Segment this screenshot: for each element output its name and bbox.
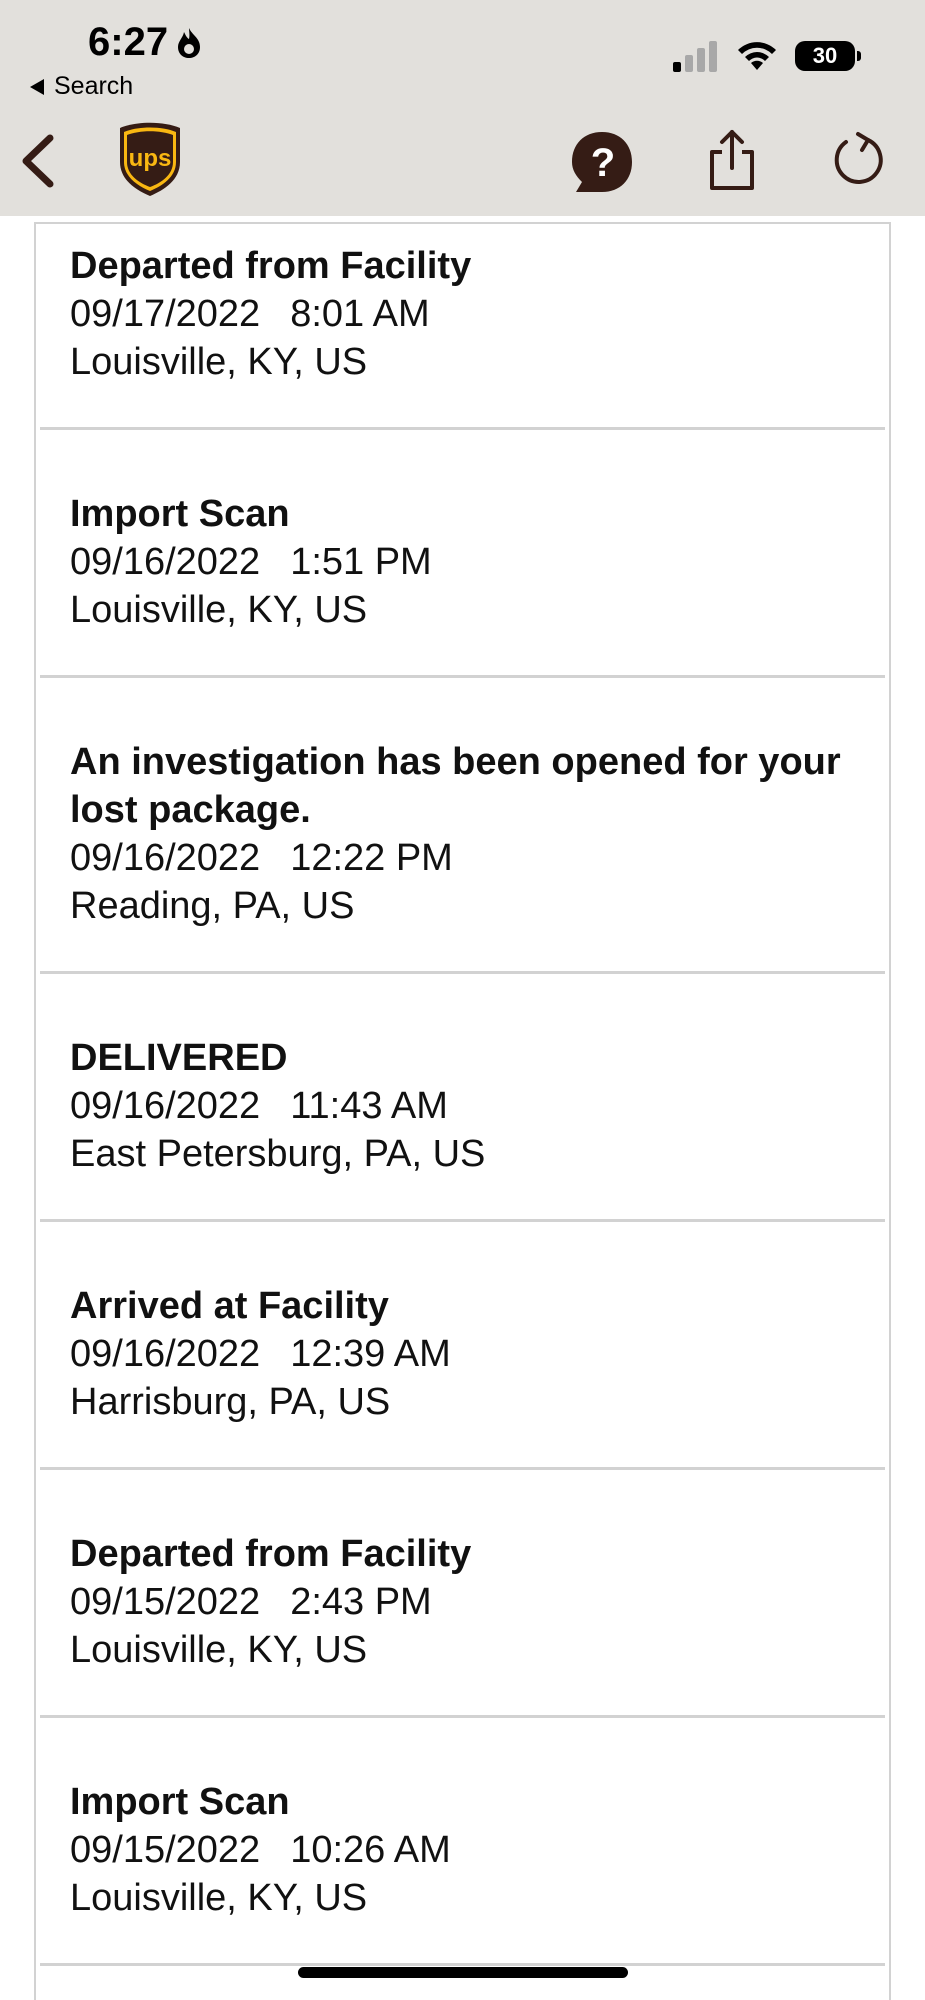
event-title: An investigation has been opened for you… (70, 741, 841, 831)
event-time: 2:43 PM (290, 1581, 432, 1623)
tracking-history-list: Departed from Facility 09/17/2022 8:01 AM… (34, 222, 891, 2000)
event-time: 10:26 AM (290, 1829, 451, 1871)
event-title: Arrived at Facility (70, 1285, 389, 1327)
event-datetime: 09/16/2022 12:22 PM (70, 834, 855, 882)
logo-text: ups (129, 145, 172, 172)
event-date: 09/17/2022 (70, 293, 261, 335)
event-date: 09/16/2022 (70, 837, 261, 879)
event-location: Harrisburg, PA, US (70, 1381, 391, 1423)
event-title: Import Scan (70, 1781, 290, 1823)
svg-text:?: ? (591, 141, 615, 185)
list-item: DELIVERED 09/16/2022 11:43 AM East Peters… (40, 974, 885, 1222)
battery-cap (857, 51, 861, 61)
status-time: 6:27 (88, 20, 204, 65)
event-time: 8:01 AM (290, 293, 430, 335)
chevron-left-icon[interactable] (18, 134, 58, 188)
wifi-icon (738, 42, 776, 70)
event-location: Louisville, KY, US (70, 1629, 368, 1671)
list-item: An investigation has been opened for you… (40, 678, 885, 974)
list-item: Departed from Facility 09/17/2022 8:01 AM… (40, 224, 885, 430)
list-item: Departed from Facility 09/15/2022 2:43 PM… (40, 1470, 885, 1718)
list-item: Import Scan 09/16/2022 1:51 PM Louisville… (40, 430, 885, 678)
battery-level: 30 (795, 41, 855, 71)
event-title: Departed from Facility (70, 1533, 472, 1575)
clock: 6:27 (88, 20, 169, 64)
event-date: 09/16/2022 (70, 541, 261, 583)
status-icons: 30 (671, 40, 861, 72)
event-datetime: 09/17/2022 8:01 AM (70, 290, 855, 338)
event-date: 09/15/2022 (70, 1829, 261, 1871)
event-location: Louisville, KY, US (70, 1877, 368, 1919)
event-datetime: 09/16/2022 11:43 AM (70, 1082, 855, 1130)
event-location: East Petersburg, PA, US (70, 1133, 486, 1175)
event-location: Louisville, KY, US (70, 341, 368, 383)
refresh-icon[interactable] (830, 130, 886, 190)
event-date: 09/15/2022 (70, 1581, 261, 1623)
back-to-search[interactable]: Search (30, 72, 133, 101)
event-time: 12:39 AM (290, 1333, 451, 1375)
help-bubble-icon[interactable]: ? (570, 130, 634, 194)
event-date: 09/16/2022 (70, 1333, 261, 1375)
event-time: 12:22 PM (290, 837, 453, 879)
share-icon[interactable] (706, 128, 758, 192)
ups-logo: ups (120, 122, 180, 196)
event-time: 11:43 AM (290, 1085, 448, 1127)
event-time: 1:51 PM (290, 541, 432, 583)
event-datetime: 09/16/2022 1:51 PM (70, 538, 855, 586)
event-date: 09/16/2022 (70, 1085, 261, 1127)
battery-icon: 30 (795, 41, 861, 71)
home-indicator[interactable] (298, 1967, 628, 1978)
event-title: DELIVERED (70, 1037, 288, 1079)
event-location: Louisville, KY, US (70, 589, 368, 631)
signal-icon (673, 41, 717, 72)
event-title: Departed from Facility (70, 245, 472, 287)
top-bar: 6:27 Search 30 ups ? (0, 0, 925, 216)
back-search-label: Search (54, 72, 134, 100)
list-item: Arrived at Facility 09/16/2022 12:39 AM H… (40, 1222, 885, 1470)
event-datetime: 09/15/2022 2:43 PM (70, 1578, 855, 1626)
location-flame-icon (178, 27, 201, 58)
event-location: Reading, PA, US (70, 885, 355, 927)
back-triangle-icon (30, 78, 44, 95)
event-title: Import Scan (70, 493, 290, 535)
list-item: Import Scan 09/15/2022 10:26 AM Louisvill… (40, 1718, 885, 1966)
event-datetime: 09/15/2022 10:26 AM (70, 1826, 855, 1874)
event-datetime: 09/16/2022 12:39 AM (70, 1330, 855, 1378)
